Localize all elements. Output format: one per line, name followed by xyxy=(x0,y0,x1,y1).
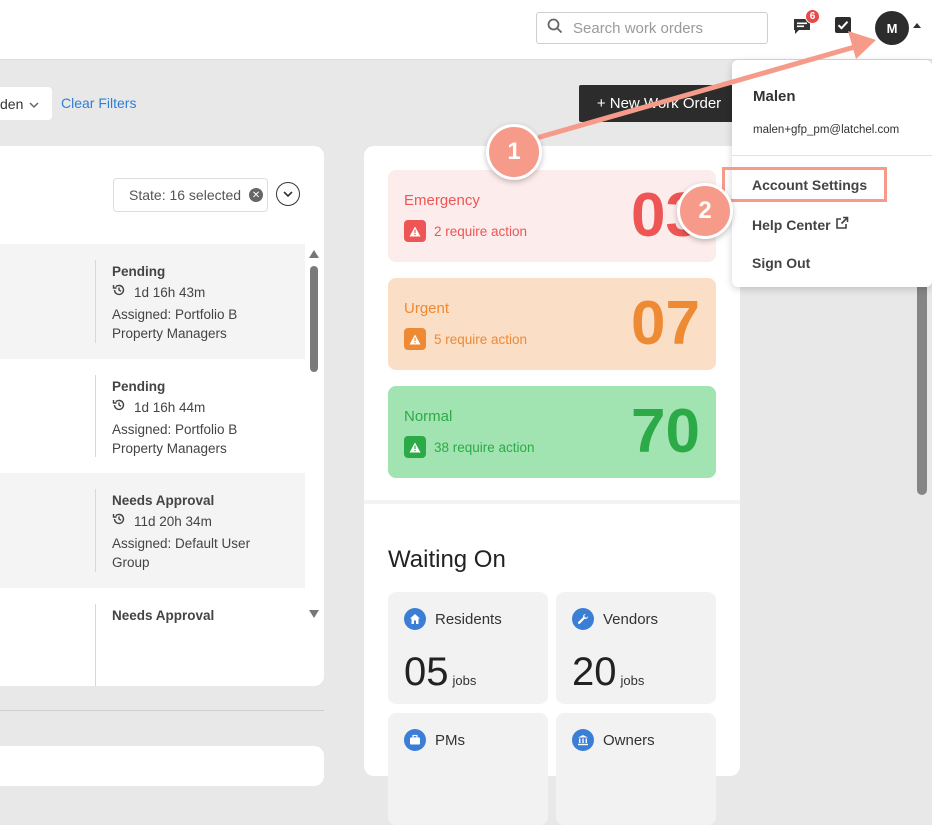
row-divider xyxy=(95,489,96,572)
urgent-label: Urgent xyxy=(404,300,450,317)
account-settings-label: Account Settings xyxy=(752,177,868,193)
filter-dropdown[interactable]: den xyxy=(0,87,52,120)
account-settings-link[interactable]: Account Settings xyxy=(752,177,867,193)
card-separator xyxy=(364,500,740,504)
sign-out-link[interactable]: Sign Out xyxy=(752,255,810,271)
vendors-unit: jobs xyxy=(620,673,645,688)
help-center-label: Help Center xyxy=(752,216,831,233)
urgent-card[interactable]: Urgent 5 require action 07 xyxy=(388,278,716,370)
bank-icon xyxy=(572,729,594,751)
waiting-vendors[interactable]: Vendors 20 jobs xyxy=(556,592,716,704)
row-assigned: Assigned: Default User Group xyxy=(112,536,251,570)
residents-unit: jobs xyxy=(452,673,477,688)
row-divider xyxy=(95,374,96,457)
scroll-up-icon[interactable] xyxy=(309,250,319,258)
row-assigned: Assigned: Portfolio B Property Managers xyxy=(112,307,238,341)
waiting-residents[interactable]: Residents 05 jobs xyxy=(388,592,548,704)
waiting-on-title: Waiting On xyxy=(388,546,506,573)
step-marker-1: 1 xyxy=(486,124,542,180)
new-work-order-button[interactable]: + New Work Order xyxy=(579,85,739,122)
page-scrollbar[interactable] xyxy=(917,255,927,495)
messages-badge: 6 xyxy=(805,9,820,24)
history-icon xyxy=(112,283,126,302)
briefcase-icon xyxy=(404,729,426,751)
normal-label: Normal xyxy=(404,408,453,425)
residents-count: 05 xyxy=(404,650,449,694)
wrench-icon xyxy=(572,608,594,630)
menu-divider xyxy=(732,155,932,156)
warning-icon xyxy=(404,328,426,350)
table-row[interactable]: Pending 1d 16h 43m Assigned: Portfolio B… xyxy=(0,244,305,359)
warning-icon xyxy=(404,220,426,242)
checkbox-icon xyxy=(834,16,852,39)
sign-out-label: Sign Out xyxy=(752,255,811,271)
vendors-count: 20 xyxy=(572,650,617,694)
table-row[interactable]: Pending 1d 16h 44m Assigned: Portfolio B… xyxy=(0,359,305,474)
table-row[interactable]: Needs Approval 11d 20h 34m Assigned: Def… xyxy=(0,473,305,588)
search-input[interactable] xyxy=(571,18,751,38)
user-menu: Malen malen+gfp_pm@latchel.com Account S… xyxy=(732,60,932,287)
urgent-count: 07 xyxy=(631,289,700,358)
filter-dropdown-label: den xyxy=(0,95,24,112)
user-name: Malen xyxy=(753,88,796,105)
residents-label: Residents xyxy=(435,610,502,628)
row-status: Needs Approval xyxy=(112,607,215,623)
waiting-pms[interactable]: PMs xyxy=(388,713,548,825)
emergency-card[interactable]: Emergency 2 require action 03 xyxy=(388,170,716,262)
row-elapsed-time: 11d 20h 34m xyxy=(134,514,212,529)
scroll-thumb[interactable] xyxy=(310,266,318,372)
warning-icon xyxy=(404,436,426,458)
caret-up-icon[interactable] xyxy=(913,23,921,28)
row-divider xyxy=(95,603,96,686)
state-filter[interactable]: State: 16 selected ✕ xyxy=(113,178,268,212)
search-icon xyxy=(547,18,563,38)
waiting-owners[interactable]: Owners xyxy=(556,713,716,825)
lower-card xyxy=(0,746,324,786)
history-icon xyxy=(112,398,126,417)
home-icon xyxy=(404,608,426,630)
expand-chevron-icon[interactable] xyxy=(276,182,300,206)
row-elapsed-time: 1d 16h 43m xyxy=(134,285,206,300)
row-divider xyxy=(95,260,96,343)
owners-label: Owners xyxy=(603,731,655,749)
work-order-list-card: State: 16 selected ✕ Pending 1d 16h 43m … xyxy=(0,146,324,686)
search-box[interactable] xyxy=(536,12,768,44)
clear-filters-link[interactable]: Clear Filters xyxy=(61,95,136,111)
scroll-down-icon[interactable] xyxy=(309,610,319,618)
emergency-label: Emergency xyxy=(404,192,480,209)
normal-action-text: 38 require action xyxy=(434,439,535,455)
clear-state-icon[interactable]: ✕ xyxy=(249,188,264,202)
row-status: Pending xyxy=(112,378,166,394)
step-marker-2: 2 xyxy=(677,183,733,239)
emergency-action-text: 2 require action xyxy=(434,223,528,239)
list-scrollbar[interactable] xyxy=(307,244,321,624)
normal-count: 70 xyxy=(631,397,700,466)
row-elapsed-time: 1d 16h 44m xyxy=(134,399,206,415)
top-bar: 6 M xyxy=(0,0,932,60)
chevron-down-icon xyxy=(29,96,39,112)
table-row[interactable]: Needs Approval xyxy=(0,588,305,686)
tasks-button[interactable] xyxy=(833,16,853,39)
vendors-label: Vendors xyxy=(603,610,659,628)
row-status: Needs Approval xyxy=(112,493,215,508)
normal-card[interactable]: Normal 38 require action 70 xyxy=(388,386,716,478)
priority-summary-card: Emergency 2 require action 03 Urgent 5 r… xyxy=(364,146,740,825)
row-assigned: Assigned: Portfolio B Property Managers xyxy=(112,421,238,456)
user-email: malen+gfp_pm@latchel.com xyxy=(753,124,900,136)
section-divider xyxy=(0,710,324,711)
history-icon xyxy=(112,512,126,531)
external-link-icon xyxy=(835,216,849,233)
user-avatar[interactable]: M xyxy=(875,11,909,45)
urgent-action-text: 5 require action xyxy=(434,331,528,347)
help-center-link[interactable]: Help Center xyxy=(752,216,849,233)
state-filter-label: State: 16 selected xyxy=(129,187,242,203)
work-order-rows: Pending 1d 16h 43m Assigned: Portfolio B… xyxy=(0,244,305,686)
row-status: Pending xyxy=(112,264,166,279)
pms-label: PMs xyxy=(435,731,465,749)
